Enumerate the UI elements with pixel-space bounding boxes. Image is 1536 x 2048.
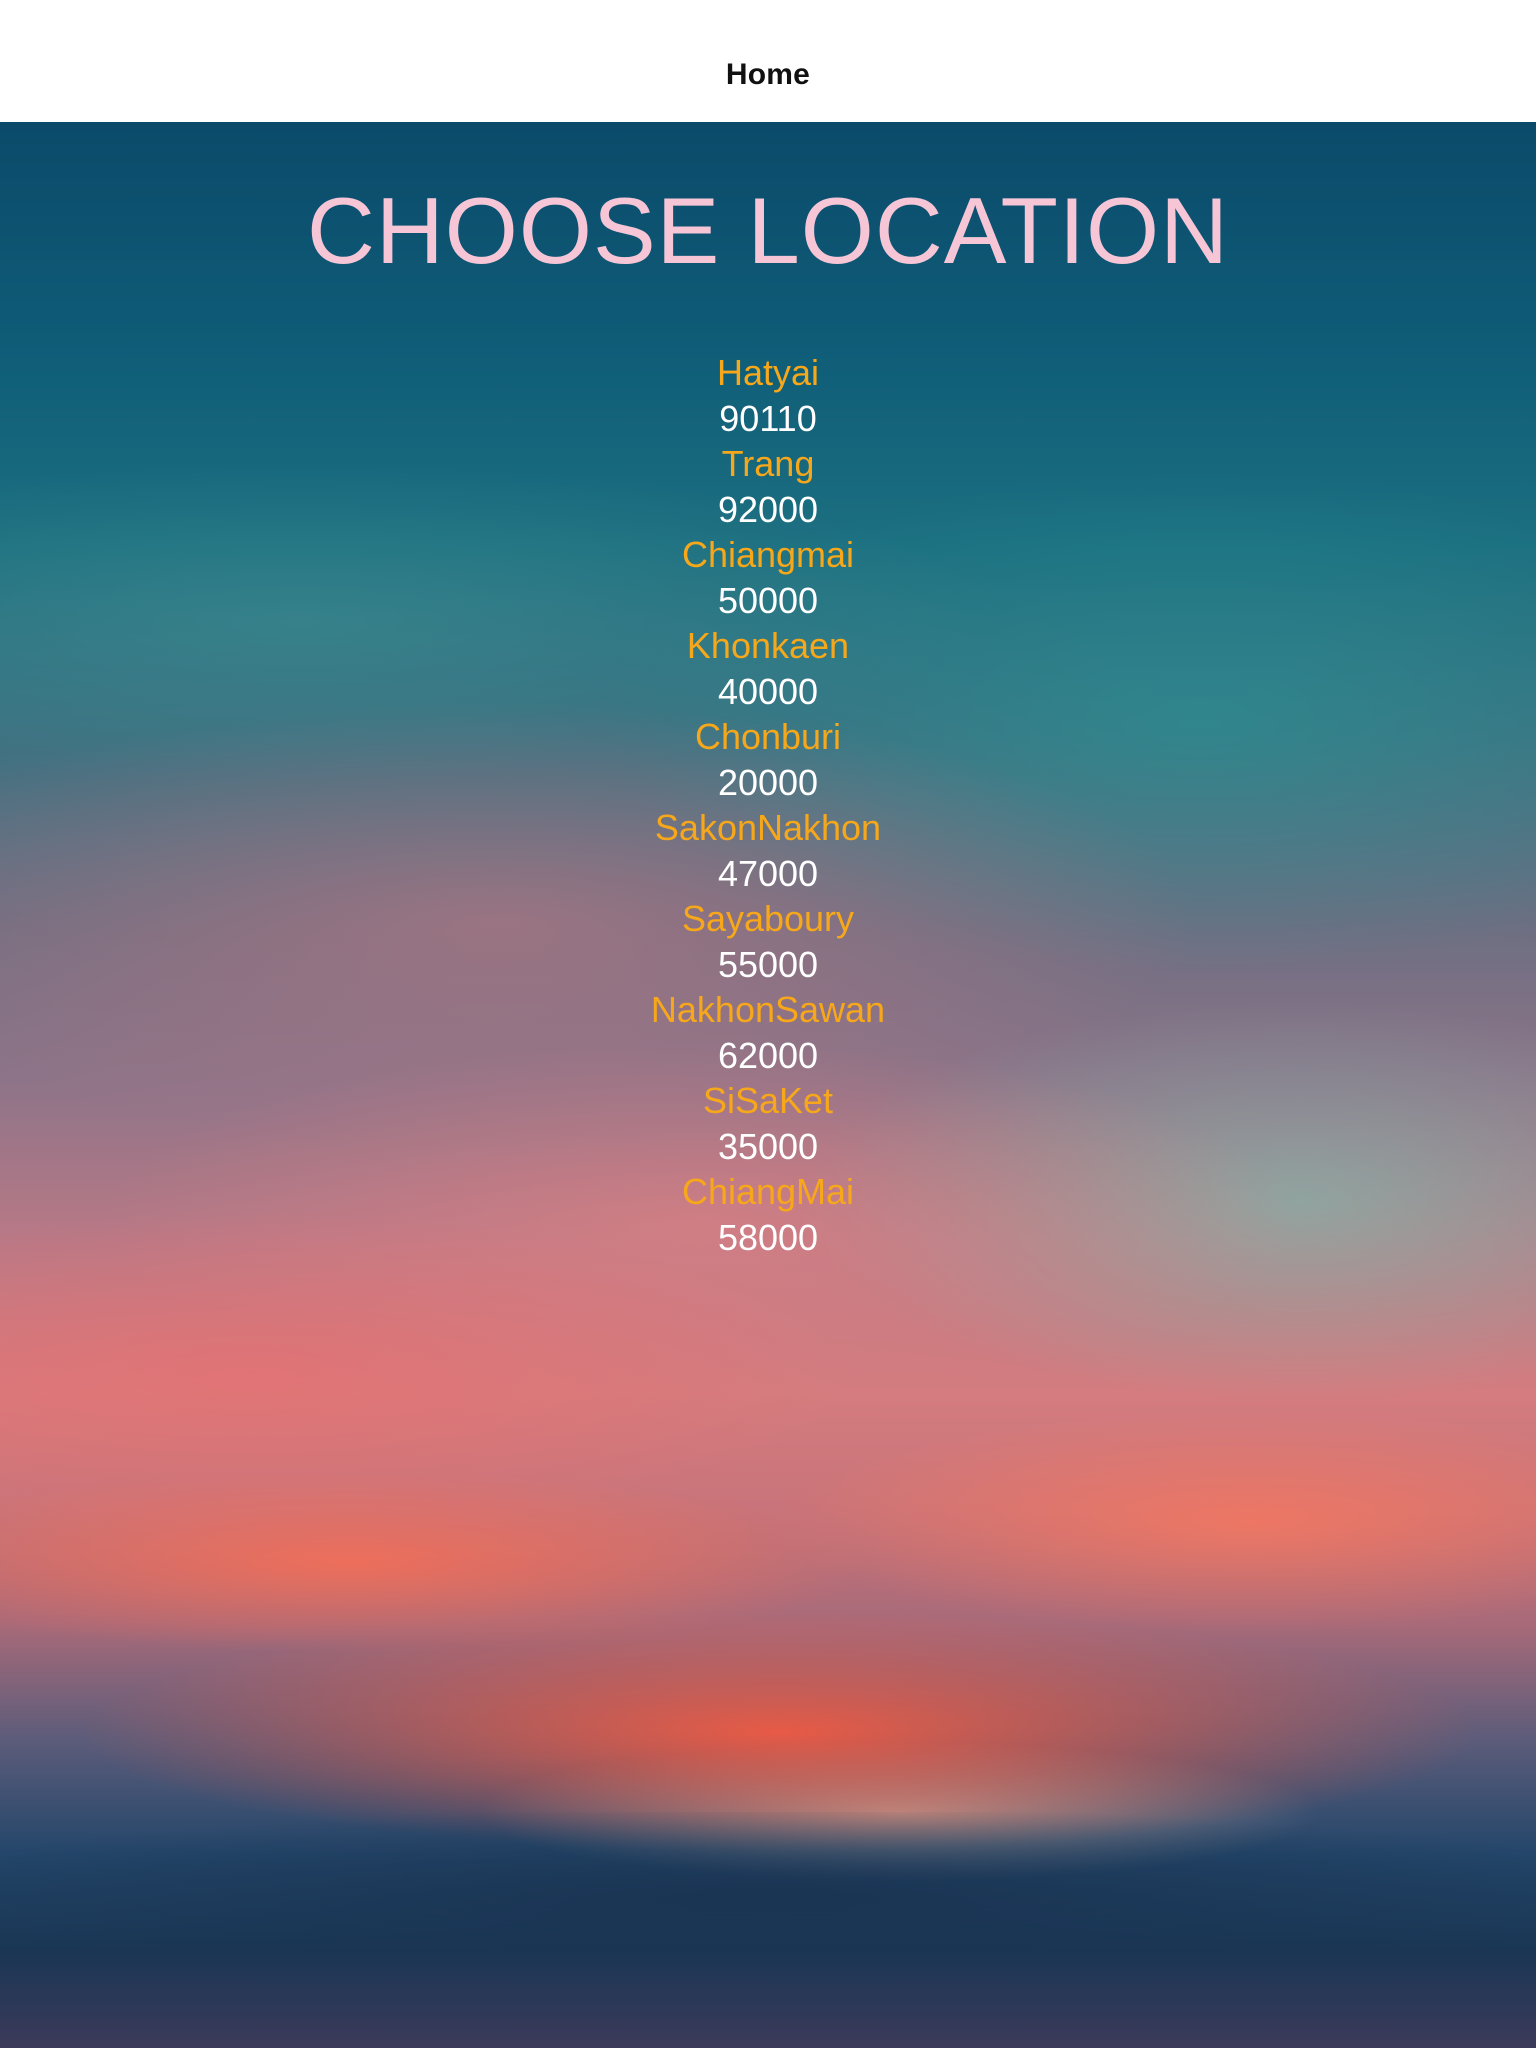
location-item[interactable]: Chiangmai 50000 bbox=[0, 532, 1536, 623]
location-zip: 47000 bbox=[717, 852, 819, 894]
location-zip: 92000 bbox=[717, 488, 819, 530]
location-name[interactable]: Sayaboury bbox=[0, 896, 1536, 942]
location-item[interactable]: Chonburi 20000 bbox=[0, 714, 1536, 805]
location-item[interactable]: Sayaboury 55000 bbox=[0, 896, 1536, 987]
nav-title: Home bbox=[725, 58, 811, 91]
location-name[interactable]: ChiangMai bbox=[0, 1169, 1536, 1215]
location-name[interactable]: Chonburi bbox=[0, 714, 1536, 760]
horizon-shade bbox=[0, 1812, 1536, 1952]
location-zip: 35000 bbox=[717, 1125, 819, 1167]
navigation-bar: Home bbox=[0, 0, 1536, 122]
location-item[interactable]: SakonNakhon 47000 bbox=[0, 805, 1536, 896]
location-item[interactable]: SiSaKet 35000 bbox=[0, 1078, 1536, 1169]
location-name[interactable]: Khonkaen bbox=[0, 623, 1536, 669]
location-list: Hatyai 90110 Trang 92000 Chiangmai 50000… bbox=[0, 350, 1536, 1260]
location-item[interactable]: Hatyai 90110 bbox=[0, 350, 1536, 441]
location-zip: 62000 bbox=[717, 1034, 819, 1076]
location-zip: 58000 bbox=[717, 1216, 819, 1258]
location-item[interactable]: Khonkaen 40000 bbox=[0, 623, 1536, 714]
location-name[interactable]: SakonNakhon bbox=[0, 805, 1536, 851]
location-name[interactable]: Chiangmai bbox=[0, 532, 1536, 578]
location-name[interactable]: Trang bbox=[0, 441, 1536, 487]
location-zip: 40000 bbox=[717, 670, 819, 712]
page-title: CHOOSE LOCATION bbox=[306, 178, 1230, 283]
location-zip: 55000 bbox=[717, 943, 819, 985]
location-name[interactable]: SiSaKet bbox=[0, 1078, 1536, 1124]
location-name[interactable]: Hatyai bbox=[0, 350, 1536, 396]
location-item[interactable]: ChiangMai 58000 bbox=[0, 1169, 1536, 1260]
location-zip: 50000 bbox=[717, 579, 819, 621]
location-zip: 20000 bbox=[717, 761, 819, 803]
location-name[interactable]: NakhonSawan bbox=[0, 987, 1536, 1033]
location-item[interactable]: NakhonSawan 62000 bbox=[0, 987, 1536, 1078]
location-item[interactable]: Trang 92000 bbox=[0, 441, 1536, 532]
location-zip: 90110 bbox=[719, 397, 817, 439]
